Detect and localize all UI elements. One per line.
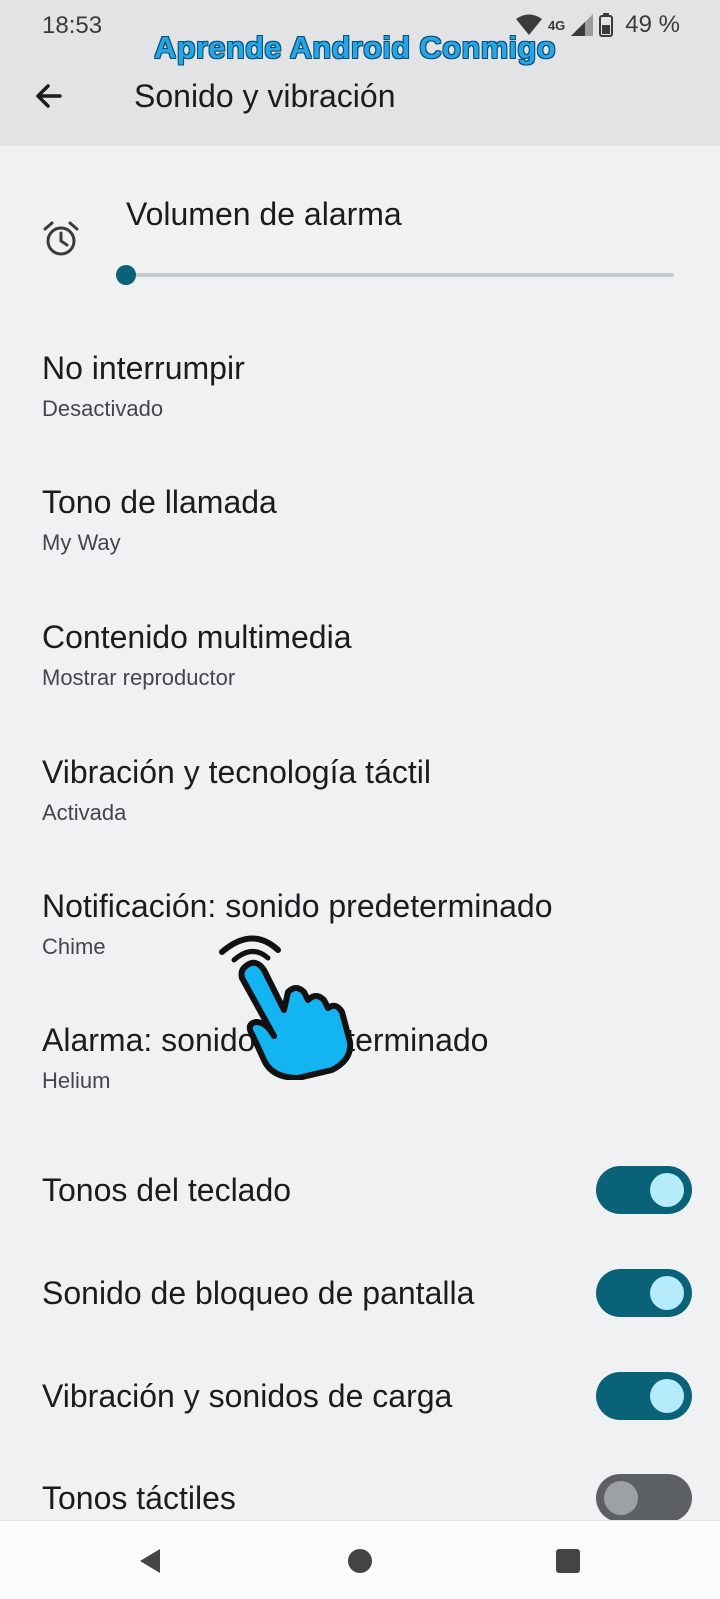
list-item-subtitle: Mostrar reproductor (42, 665, 236, 690)
toggle-switch[interactable] (596, 1166, 692, 1214)
alarm-volume-title: Volumen de alarma (126, 196, 402, 232)
status-time: 18:53 (42, 12, 103, 39)
list-item-contenido-multimedia[interactable]: Contenido multimedia Mostrar reproductor (0, 605, 720, 725)
nav-home-button[interactable] (342, 1543, 378, 1579)
wifi-icon (515, 14, 542, 35)
back-button[interactable] (28, 74, 72, 118)
triangle-back-icon (140, 1549, 160, 1573)
system-navigation-bar (0, 1520, 720, 1599)
network-type-label: 4G (547, 17, 566, 33)
status-icons: 4G 49 % (515, 10, 680, 40)
list-item-title: Vibración y tecnología táctil (42, 754, 431, 790)
toggle-row-bloqueo-pantalla[interactable]: Sonido de bloqueo de pantalla (0, 1245, 720, 1341)
toggle-row-sonidos-carga[interactable]: Vibración y sonidos de carga (0, 1348, 720, 1444)
list-item-title: Notificación: sonido predeterminado (42, 888, 553, 924)
nav-recents-button[interactable] (550, 1543, 586, 1579)
list-item-subtitle: Helium (42, 1068, 111, 1093)
toggle-switch[interactable] (596, 1474, 692, 1522)
list-item-subtitle: Desactivado (42, 396, 164, 421)
list-item-no-interrumpir[interactable]: No interrumpir Desactivado (0, 336, 720, 456)
toggle-row-title: Tonos del teclado (42, 1172, 292, 1208)
pointing-hand-icon (219, 935, 354, 1080)
alarm-volume-slider[interactable] (114, 260, 674, 290)
toggle-knob (604, 1481, 638, 1515)
toggle-knob (650, 1379, 684, 1413)
nav-back-button[interactable] (132, 1543, 168, 1579)
alarm-clock-icon (43, 221, 79, 256)
arrow-back-icon (36, 84, 62, 108)
top-app-bar: 18:53 Aprende Android Conmigo 4G 49 % So… (0, 0, 720, 146)
toggle-switch[interactable] (596, 1269, 692, 1317)
list-item-title: Contenido multimedia (42, 619, 352, 655)
list-item-subtitle: Chime (42, 934, 106, 959)
list-item-tono-de-llamada[interactable]: Tono de llamada My Way (0, 470, 720, 590)
battery-percent: 49 % (625, 11, 680, 38)
slider-track (126, 273, 674, 277)
slider-thumb[interactable] (116, 265, 136, 285)
toggle-knob (650, 1173, 684, 1207)
page-title: Sonido y vibración (134, 78, 396, 114)
toggle-row-title: Vibración y sonidos de carga (42, 1378, 453, 1414)
toggle-switch[interactable] (596, 1372, 692, 1420)
list-item-vibracion[interactable]: Vibración y tecnología táctil Activada (0, 740, 720, 860)
circle-home-icon (348, 1549, 372, 1573)
battery-icon (599, 13, 614, 37)
toggle-row-tonos-teclado[interactable]: Tonos del teclado (0, 1142, 720, 1238)
settings-screen: 18:53 Aprende Android Conmigo 4G 49 % So… (0, 0, 720, 1599)
watermark-text: Aprende Android Conmigo (154, 30, 556, 65)
cell-signal-icon (571, 14, 594, 36)
list-item-title: No interrumpir (42, 350, 245, 386)
toggle-knob (650, 1276, 684, 1310)
list-item-subtitle: My Way (42, 530, 121, 555)
list-item-title: Tono de llamada (42, 484, 277, 520)
toggle-row-title: Tonos táctiles (42, 1480, 236, 1516)
toggle-row-title: Sonido de bloqueo de pantalla (42, 1275, 475, 1311)
list-item-subtitle: Activada (42, 800, 127, 825)
square-recents-icon (556, 1549, 580, 1573)
